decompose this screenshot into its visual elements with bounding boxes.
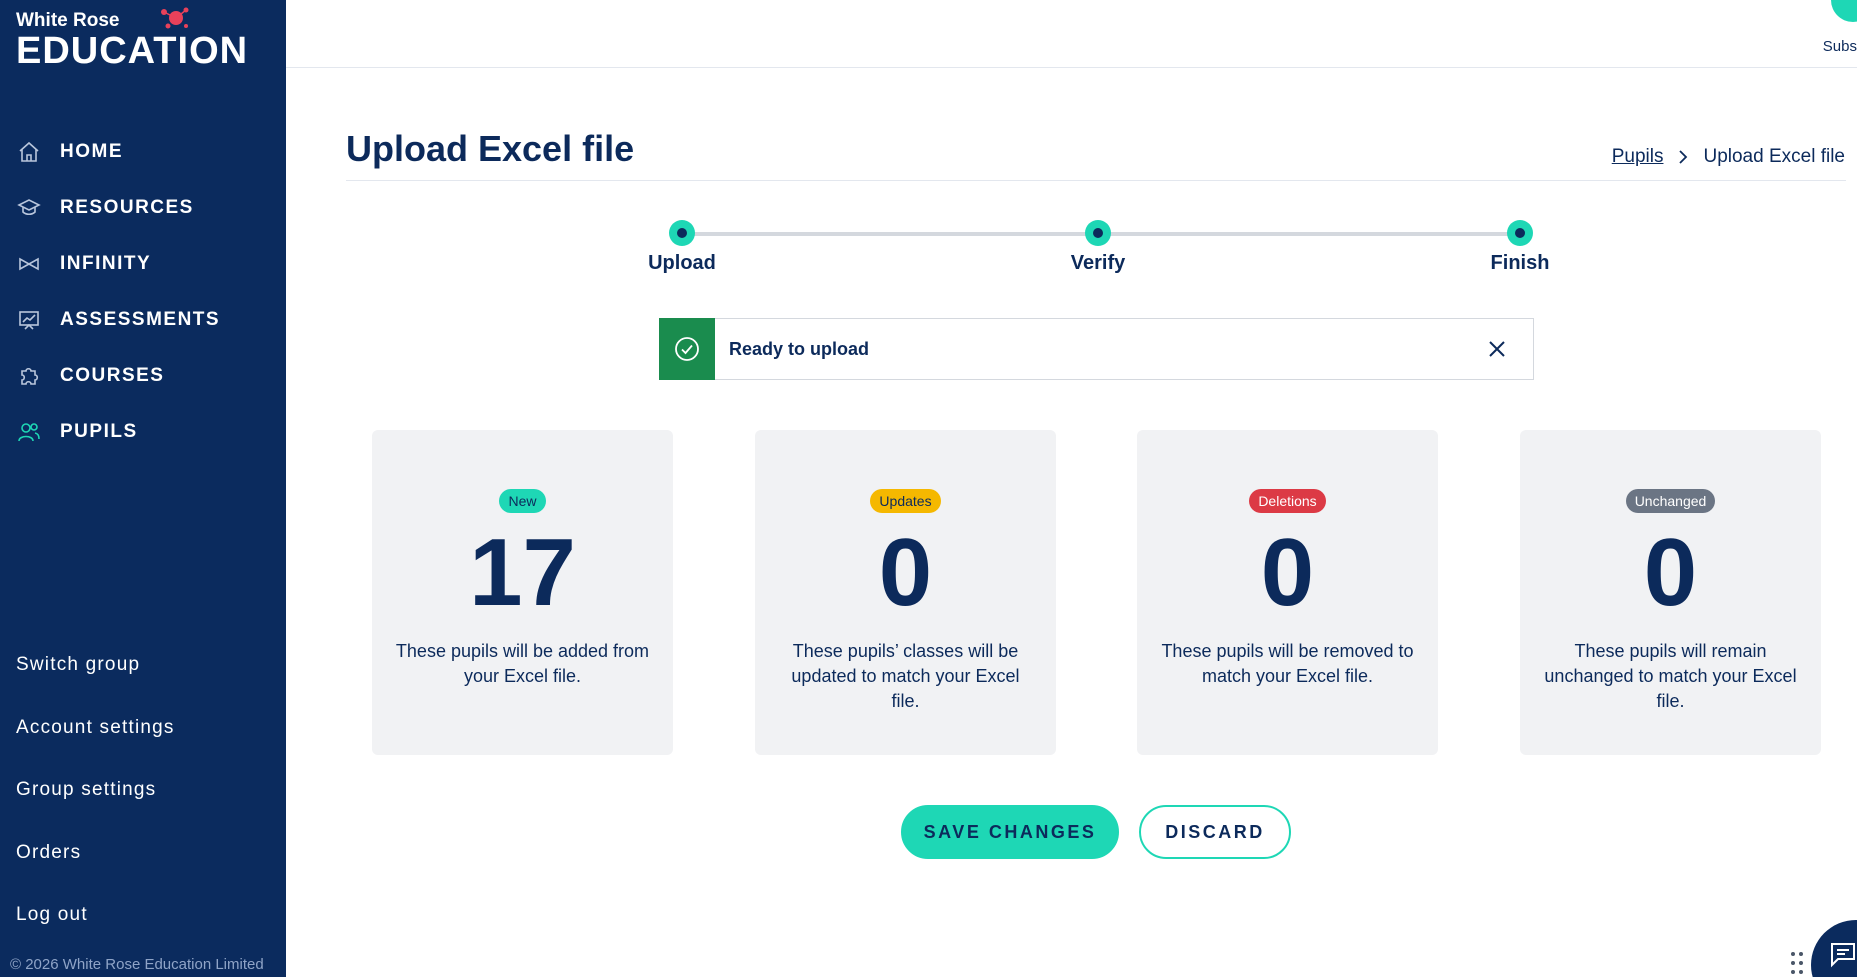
step-label: Upload — [648, 252, 716, 274]
breadcrumb: Pupils Upload Excel file — [1612, 146, 1845, 168]
orders-link[interactable]: Orders — [0, 822, 286, 885]
main-nav: HOME RESOURCES INFINITY ASSESSMENTS COUR… — [0, 124, 286, 460]
step-finish: Finish — [1460, 220, 1580, 275]
unchanged-card: Unchanged 0 These pupils will remain unc… — [1520, 430, 1821, 755]
page-title: Upload Excel file — [346, 128, 635, 169]
status-badge: Updates — [870, 489, 941, 513]
upload-stepper: Upload Verify Finish — [640, 220, 1560, 290]
breadcrumb-pupils-link[interactable]: Pupils — [1612, 146, 1664, 168]
home-icon — [16, 139, 42, 165]
graduation-cap-icon — [16, 195, 42, 221]
status-badge: Deletions — [1249, 489, 1326, 513]
step-dot — [1085, 220, 1111, 246]
nav-label: ASSESSMENTS — [60, 309, 221, 330]
log-out-link[interactable]: Log out — [0, 884, 286, 947]
nav-label: COURSES — [60, 365, 165, 386]
chat-button[interactable] — [1811, 920, 1857, 977]
status-badge: Unchanged — [1625, 489, 1716, 513]
new-pupils-card: New 17 These pupils will be added from y… — [372, 430, 673, 755]
nav-item-courses[interactable]: COURSES — [0, 348, 286, 404]
nav-label: PUPILS — [60, 421, 138, 442]
step-label: Verify — [1070, 252, 1126, 274]
subscribe-label[interactable]: Subs — [1823, 38, 1857, 55]
nav-label: INFINITY — [60, 253, 152, 274]
nav-item-resources[interactable]: RESOURCES — [0, 180, 286, 236]
nav-label: RESOURCES — [60, 197, 194, 218]
puzzle-icon — [16, 363, 42, 389]
card-description: These pupils will be added from your Exc… — [395, 641, 650, 686]
status-badge: New — [499, 489, 546, 513]
switch-group-link[interactable]: Switch group — [0, 634, 286, 697]
card-count: 0 — [1643, 519, 1698, 626]
check-circle-icon — [659, 318, 715, 380]
ready-alert: Ready to upload — [659, 318, 1534, 380]
nav-item-home[interactable]: HOME — [0, 124, 286, 180]
deletions-card: Deletions 0 These pupils will be removed… — [1137, 430, 1438, 755]
users-icon — [16, 419, 42, 445]
breadcrumb-current: Upload Excel file — [1703, 146, 1845, 167]
chart-board-icon — [16, 307, 42, 333]
group-settings-link[interactable]: Group settings — [0, 759, 286, 822]
bottom-nav: Switch group Account settings Group sett… — [0, 634, 286, 947]
card-count: 0 — [1260, 519, 1315, 626]
white-rose-education-logo[interactable]: White Rose EDUCATION — [16, 7, 266, 72]
card-description: These pupils’ classes will be updated to… — [791, 641, 1020, 711]
subscribe-button[interactable] — [1831, 0, 1857, 22]
step-verify: Verify — [1038, 220, 1158, 275]
updates-card: Updates 0 These pupils’ classes will be … — [755, 430, 1056, 755]
chevron-right-icon — [1677, 150, 1689, 164]
close-icon[interactable] — [1477, 329, 1517, 369]
title-divider — [346, 180, 1846, 181]
sidebar: White Rose EDUCATION HOME RESOURCES INFI… — [0, 0, 286, 977]
card-description: These pupils will remain unchanged to ma… — [1544, 641, 1797, 711]
card-count: 0 — [878, 519, 933, 626]
chat-icon — [1831, 943, 1855, 968]
logo-dots-icon — [161, 7, 189, 29]
card-description: These pupils will be removed to match yo… — [1161, 641, 1414, 686]
account-settings-link[interactable]: Account settings — [0, 697, 286, 760]
step-dot — [669, 220, 695, 246]
nav-item-infinity[interactable]: INFINITY — [0, 236, 286, 292]
infinity-icon — [16, 251, 42, 277]
alert-text: Ready to upload — [729, 338, 870, 359]
step-label: Finish — [1490, 252, 1550, 274]
drag-handle-icon[interactable] — [1789, 950, 1805, 977]
step-dot — [1507, 220, 1533, 246]
step-upload: Upload — [622, 220, 742, 275]
top-bar: Subs — [286, 0, 1857, 68]
discard-button[interactable]: DISCARD — [1139, 805, 1291, 859]
nav-item-assessments[interactable]: ASSESSMENTS — [0, 292, 286, 348]
nav-label: HOME — [60, 141, 123, 162]
save-changes-button[interactable]: SAVE CHANGES — [901, 805, 1119, 859]
card-count: 17 — [469, 519, 576, 626]
nav-item-pupils[interactable]: PUPILS — [0, 404, 286, 460]
copyright: © 2026 White Rose Education Limited — [10, 956, 264, 973]
logo-line1: White Rose — [16, 10, 120, 31]
